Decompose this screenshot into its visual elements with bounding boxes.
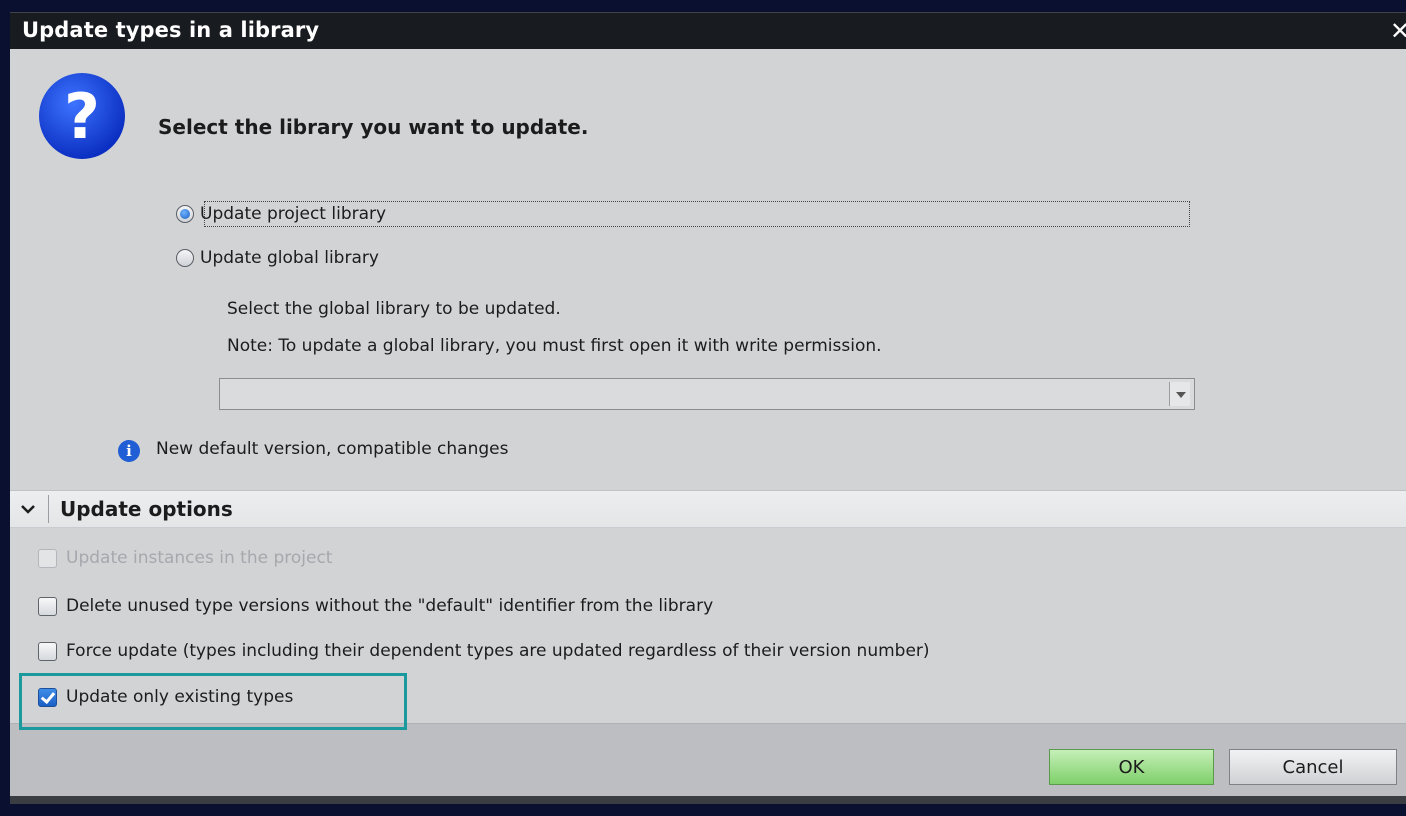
ok-button[interactable]: OK (1049, 749, 1214, 785)
info-message: New default version, compatible changes (156, 439, 509, 459)
svg-text:?: ? (64, 80, 100, 153)
radio-label: Update project library (200, 204, 387, 224)
info-icon: i (118, 440, 140, 462)
checkbox-label: Delete unused type versions without the … (66, 596, 714, 616)
global-library-hint: Select the global library to be updated. (227, 299, 561, 319)
radio-label: Update global library (200, 248, 379, 268)
chevron-down-icon[interactable] (18, 499, 38, 519)
dialog-title: Update types in a library (22, 18, 320, 42)
write-permission-note: Note: To update a global library, you mu… (227, 336, 882, 356)
chevron-down-icon[interactable] (1169, 382, 1190, 406)
checkbox-label: Update instances in the project (66, 548, 333, 568)
divider (48, 495, 49, 523)
option-update-instances: Update instances in the project (38, 548, 332, 568)
checkbox-label: Force update (types including their depe… (66, 641, 930, 661)
option-delete-unused-versions[interactable]: Delete unused type versions without the … (38, 596, 713, 616)
radio-update-global-library[interactable]: Update global library (176, 248, 379, 268)
radio-button-selected[interactable] (176, 205, 194, 223)
update-types-dialog: Update types in a library ✕ ? Select the… (10, 12, 1406, 804)
radio-button[interactable] (176, 249, 194, 267)
checkbox[interactable] (38, 596, 57, 616)
highlight-frame (19, 673, 407, 730)
close-icon[interactable]: ✕ (1390, 17, 1406, 45)
cancel-button[interactable]: Cancel (1229, 749, 1397, 785)
section-title: Update options (60, 497, 233, 521)
screen-background: Update types in a library ✕ ? Select the… (0, 0, 1406, 816)
title-bar[interactable]: Update types in a library ✕ (10, 12, 1406, 49)
checkbox-disabled (38, 548, 57, 568)
prompt-heading: Select the library you want to update. (158, 115, 589, 139)
update-options-header[interactable]: Update options (10, 490, 1406, 528)
radio-update-project-library[interactable]: Update project library (176, 204, 386, 224)
global-library-dropdown[interactable] (219, 378, 1195, 410)
button-bar: OK Cancel (10, 723, 1406, 804)
dialog-bottom-edge (10, 796, 1406, 804)
option-force-update[interactable]: Force update (types including their depe… (38, 641, 930, 661)
question-icon: ? (39, 73, 125, 159)
checkbox[interactable] (38, 641, 57, 661)
